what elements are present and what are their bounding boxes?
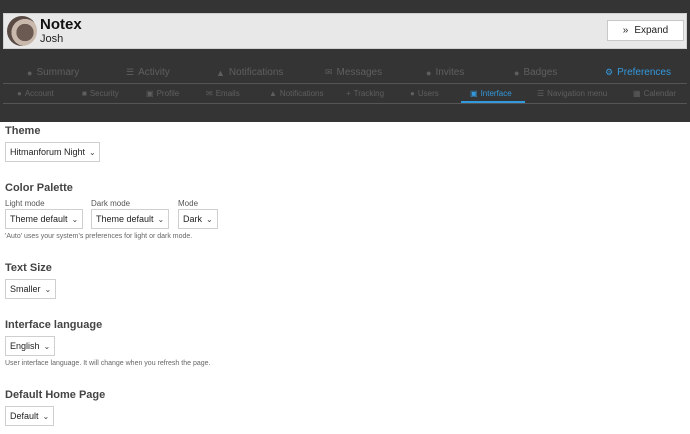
light-mode-value: Theme default bbox=[10, 214, 68, 224]
subnav-notifications-label: Notifications bbox=[279, 89, 324, 98]
nav-badges-label: Badges bbox=[523, 67, 558, 78]
dark-mode-value: Theme default bbox=[96, 214, 154, 224]
envelope-icon: ✉ bbox=[325, 67, 333, 77]
default-home-page-title: Default Home Page bbox=[5, 389, 106, 401]
default-home-page-select[interactable]: Default ⌄ bbox=[5, 406, 54, 426]
calendar-icon: ▦ bbox=[633, 89, 641, 98]
subnav-account-label: Account bbox=[24, 89, 54, 98]
subnav-interface[interactable]: ▣ Interface bbox=[470, 89, 512, 98]
subnav-tracking[interactable]: + Tracking bbox=[346, 89, 384, 98]
nav-notifications[interactable]: ▲ Notifications bbox=[216, 67, 283, 78]
nav-messages-label: Messages bbox=[336, 67, 383, 78]
text-size-value: Smaller bbox=[10, 284, 41, 294]
chevron-down-icon: ⌄ bbox=[157, 214, 165, 224]
subnav-security-label: Security bbox=[89, 89, 119, 98]
bell-icon: ▲ bbox=[216, 67, 225, 78]
nav-invites[interactable]: ● Invites bbox=[426, 67, 464, 78]
list-icon: ☰ bbox=[126, 67, 135, 77]
secondary-nav: ● Account ■ Security ▣ Profile ✉ Emails … bbox=[3, 86, 687, 104]
text-size-title: Text Size bbox=[5, 262, 52, 274]
subnav-security[interactable]: ■ Security bbox=[82, 89, 119, 98]
bars-icon: ☰ bbox=[537, 89, 545, 98]
chevron-down-icon: ⌄ bbox=[43, 341, 51, 351]
dark-mode-label: Dark mode bbox=[91, 199, 131, 208]
lock-icon: ■ bbox=[82, 89, 87, 98]
chevron-down-icon: ⌄ bbox=[44, 284, 52, 294]
double-chevron-down-icon: » bbox=[622, 25, 629, 36]
text-size-select[interactable]: Smaller ⌄ bbox=[5, 279, 56, 299]
theme-select[interactable]: Hitmanforum Night ⌄ bbox=[5, 142, 100, 162]
mode-select[interactable]: Dark ⌄ bbox=[178, 209, 218, 229]
dark-mode-select[interactable]: Theme default ⌄ bbox=[91, 209, 169, 229]
subnav-calendar-label: Calendar bbox=[643, 89, 677, 98]
theme-title: Theme bbox=[5, 125, 41, 137]
nav-activity-label: Activity bbox=[138, 67, 170, 78]
expand-label: Expand bbox=[634, 25, 669, 36]
top-header: Notex Josh » Expand ● Summary ☰ Activity… bbox=[0, 0, 690, 122]
active-tab-underline bbox=[461, 101, 525, 103]
avatar[interactable] bbox=[7, 16, 37, 46]
bell-icon: ▲ bbox=[269, 89, 277, 98]
chevron-down-icon: ⌄ bbox=[206, 214, 213, 224]
nav-activity[interactable]: ☰ Activity bbox=[126, 67, 170, 78]
desktop-icon: ▣ bbox=[470, 89, 478, 98]
subnav-calendar[interactable]: ▦ Calendar bbox=[633, 89, 676, 98]
mode-value: Dark bbox=[183, 214, 203, 224]
subnav-emails[interactable]: ✉ Emails bbox=[206, 89, 240, 98]
nav-invites-label: Invites bbox=[435, 67, 465, 78]
subnav-profile[interactable]: ▣ Profile bbox=[146, 89, 179, 98]
users-icon: ● bbox=[410, 89, 415, 98]
nav-messages[interactable]: ✉ Messages bbox=[325, 67, 382, 78]
light-mode-label: Light mode bbox=[5, 199, 45, 208]
subnav-notifications[interactable]: ▲ Notifications bbox=[269, 89, 324, 98]
color-palette-help: 'Auto' uses your system's preferences fo… bbox=[5, 233, 193, 240]
nav-preferences[interactable]: ⚙ Preferences bbox=[605, 67, 671, 78]
chevron-down-icon: ⌄ bbox=[42, 411, 50, 421]
mode-label: Mode bbox=[178, 199, 199, 208]
subnav-profile-label: Profile bbox=[156, 89, 180, 98]
envelope-icon: ✉ bbox=[206, 89, 213, 98]
nav-summary[interactable]: ● Summary bbox=[27, 67, 79, 78]
nav-badges[interactable]: ● Badges bbox=[514, 67, 557, 78]
default-home-page-value: Default bbox=[10, 411, 39, 421]
site-title: Notex bbox=[40, 16, 82, 33]
chevron-down-icon: ⌄ bbox=[71, 214, 79, 224]
nav-preferences-label: Preferences bbox=[617, 67, 671, 78]
theme-select-value: Hitmanforum Night bbox=[10, 147, 86, 157]
interface-language-title: Interface language bbox=[5, 319, 103, 331]
user-circle-icon: ● bbox=[17, 89, 22, 98]
nav-summary-label: Summary bbox=[36, 67, 80, 78]
id-card-icon: ▣ bbox=[146, 89, 154, 98]
nav-notifications-label: Notifications bbox=[228, 67, 284, 78]
subnav-navigation-menu[interactable]: ☰ Navigation menu bbox=[537, 89, 607, 98]
light-mode-select[interactable]: Theme default ⌄ bbox=[5, 209, 83, 229]
color-palette-title: Color Palette bbox=[5, 182, 73, 194]
subnav-emails-label: Emails bbox=[215, 89, 240, 98]
chevron-down-icon: ⌄ bbox=[89, 147, 96, 157]
gear-icon: ⚙ bbox=[605, 67, 614, 77]
subnav-users[interactable]: ● Users bbox=[410, 89, 439, 98]
subnav-users-label: Users bbox=[417, 89, 439, 98]
interface-language-help: User interface language. It will change … bbox=[5, 360, 211, 367]
plus-icon: + bbox=[346, 89, 351, 98]
subnav-navigation-menu-label: Navigation menu bbox=[547, 89, 608, 98]
subnav-account[interactable]: ● Account bbox=[17, 89, 54, 98]
user-icon: ● bbox=[27, 67, 33, 78]
subnav-tracking-label: Tracking bbox=[353, 89, 385, 98]
subnav-interface-label: Interface bbox=[480, 89, 512, 98]
primary-nav: ● Summary ☰ Activity ▲ Notifications ✉ M… bbox=[3, 64, 687, 84]
interface-language-select[interactable]: English ⌄ bbox=[5, 336, 55, 356]
user-name: Josh bbox=[40, 33, 64, 45]
interface-language-value: English bbox=[10, 341, 40, 351]
user-bar: Notex Josh » Expand bbox=[3, 13, 687, 49]
circle-icon: ● bbox=[514, 67, 520, 78]
expand-button[interactable]: » Expand bbox=[607, 20, 684, 41]
user-plus-icon: ● bbox=[426, 67, 432, 78]
